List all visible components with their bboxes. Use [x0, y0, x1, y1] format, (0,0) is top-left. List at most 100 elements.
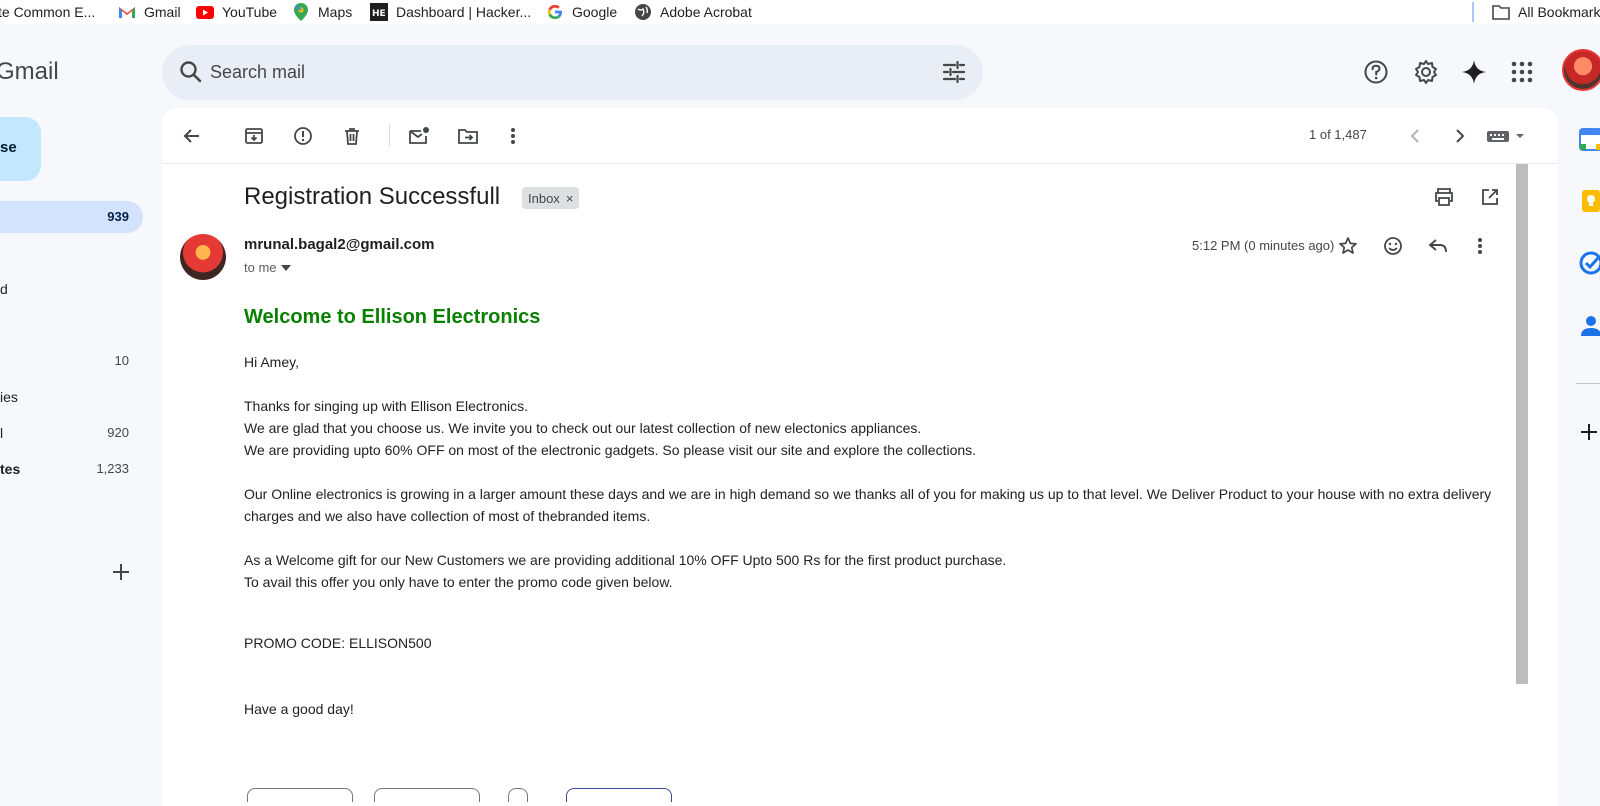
recipient-details[interactable]: to me — [244, 260, 291, 275]
email-toolbar: 1 of 1,487 — [162, 108, 1558, 164]
youtube-icon — [196, 3, 214, 21]
bookmark-hackerearth[interactable]: HE Dashboard | Hacker... — [370, 2, 531, 22]
nav-item-count: 939 — [107, 209, 129, 224]
message-more-vert-icon[interactable] — [1466, 232, 1494, 260]
bookmark-label: Gmail — [144, 4, 181, 20]
bookmark-label: te Common E... — [0, 4, 96, 20]
email-body: Welcome to Ellison Electronics Hi Amey, … — [244, 306, 1514, 717]
label-chip-text: Inbox — [528, 190, 560, 206]
bookmark-label: Dashboard | Hacker... — [396, 4, 532, 20]
contacts-icon[interactable] — [1578, 313, 1600, 339]
bookmark-item[interactable]: te Common E... — [0, 2, 95, 22]
chevron-left-icon[interactable] — [1401, 122, 1429, 150]
open-in-new-window-icon[interactable] — [1476, 183, 1504, 211]
globe-icon — [634, 3, 652, 21]
gmail-icon — [118, 3, 136, 21]
bookmark-adobe-acrobat[interactable]: Adobe Acrobat — [634, 2, 752, 22]
account-avatar[interactable] — [1562, 49, 1600, 91]
email-paragraph-2: Our Online electronics is growing in a l… — [244, 483, 1514, 527]
email-reading-pane: 1 of 1,487 Registration Successfull Inbo… — [162, 108, 1558, 806]
add-icon[interactable] — [1580, 420, 1598, 448]
help-icon[interactable] — [1362, 58, 1390, 86]
paragraph-line: We are providing upto 60% OFF on most of… — [244, 442, 977, 458]
bookmark-label: Google — [572, 4, 618, 20]
nav-item-label: ies — [0, 389, 18, 405]
chevron-right-icon[interactable] — [1446, 122, 1474, 150]
tasks-icon[interactable] — [1578, 250, 1600, 276]
scrollbar[interactable] — [1516, 164, 1528, 684]
paragraph-line: Thanks for singing up with Ellison Elect… — [244, 398, 529, 414]
bookmark-label: Maps — [318, 4, 353, 20]
email-closing: Have a good day! — [244, 701, 354, 717]
smart-reply-button[interactable] — [566, 788, 672, 802]
nav-item-count: 1,233 — [96, 461, 129, 476]
nav-item-count: 10 — [114, 353, 129, 368]
archive-icon[interactable] — [240, 122, 268, 150]
compose-button[interactable]: se — [0, 117, 41, 181]
bookmarks-separator — [1472, 2, 1474, 22]
inbox-label-chip[interactable]: Inbox × — [522, 187, 580, 209]
nav-item-updates[interactable]: tes 1,233 — [0, 453, 143, 485]
hackerearth-icon: HE — [370, 3, 388, 21]
calendar-icon[interactable] — [1578, 126, 1600, 152]
folder-icon — [1492, 3, 1510, 21]
remove-label-icon[interactable]: × — [566, 191, 574, 206]
email-heading: Welcome to Ellison Electronics — [244, 306, 541, 328]
bookmark-label: YouTube — [222, 4, 278, 20]
settings-gear-icon[interactable] — [1412, 58, 1440, 86]
svg-text:HE: HE — [372, 9, 386, 19]
report-spam-icon[interactable] — [289, 122, 317, 150]
forward-button[interactable] — [374, 788, 480, 802]
bookmarks-bar: te Common E... Gmail YouTube Maps HE Das… — [0, 0, 1600, 24]
sender-email[interactable]: mrunal.bagal2@gmail.com — [244, 236, 435, 253]
gemini-sparkle-icon[interactable] — [1460, 58, 1488, 86]
email-greeting: Hi Amey, — [244, 351, 1514, 373]
back-arrow-icon[interactable] — [178, 122, 206, 150]
emoji-reaction-icon[interactable] — [1379, 232, 1407, 260]
nav-item-snoozed[interactable]: 10 — [0, 345, 143, 377]
delete-trash-icon[interactable] — [338, 122, 366, 150]
bookmark-label: Adobe Acrobat — [660, 4, 752, 20]
star-icon[interactable] — [1334, 232, 1362, 260]
bookmark-gmail[interactable]: Gmail — [118, 2, 181, 22]
keyboard-input-icon[interactable] — [1482, 122, 1532, 150]
reply-icon[interactable] — [1424, 232, 1452, 260]
caret-down-icon — [280, 264, 291, 271]
nav-item-label: tes — [0, 461, 21, 477]
toolbar-divider — [389, 124, 390, 146]
nav-item-label: d — [0, 281, 8, 297]
side-panel-divider — [1576, 383, 1600, 384]
email-paragraph-1: Thanks for singing up with Ellison Elect… — [244, 395, 1514, 461]
sender-avatar[interactable] — [180, 234, 226, 280]
more-vert-icon[interactable] — [499, 122, 527, 150]
nav-item-social[interactable]: l 920 — [0, 417, 143, 449]
search-input[interactable] — [210, 57, 860, 87]
greeting-text: Hi Amey, — [244, 354, 299, 370]
apps-grid-icon[interactable] — [1508, 58, 1536, 86]
move-to-folder-icon[interactable] — [454, 122, 482, 150]
print-icon[interactable] — [1430, 183, 1458, 211]
promo-code: PROMO CODE: ELLISON500 — [244, 635, 432, 651]
google-icon — [546, 3, 564, 21]
emoji-button[interactable] — [508, 788, 528, 802]
nav-item-inbox[interactable]: 939 — [0, 201, 143, 233]
reply-button[interactable] — [247, 788, 353, 802]
search-options-icon[interactable] — [941, 59, 967, 90]
maps-icon — [292, 3, 310, 21]
bookmark-google[interactable]: Google — [546, 2, 617, 22]
pagination-count: 1 of 1,487 — [1309, 127, 1367, 142]
keep-icon[interactable] — [1578, 188, 1600, 214]
search-icon[interactable] — [178, 59, 204, 90]
mark-unread-icon[interactable] — [405, 122, 433, 150]
paragraph-line: To avail this offer you only have to ent… — [244, 574, 673, 590]
gmail-logo[interactable]: Gmail — [0, 58, 59, 86]
add-label-icon[interactable] — [112, 560, 130, 588]
bookmark-youtube[interactable]: YouTube — [196, 2, 277, 22]
paragraph-line: As a Welcome gift for our New Customers … — [244, 552, 1007, 568]
nav-item-starred[interactable]: d — [0, 273, 143, 305]
all-bookmarks[interactable]: All Bookmarks — [1492, 2, 1600, 22]
bookmark-maps[interactable]: Maps — [292, 2, 352, 22]
paragraph-text: Our Online electronics is growing in a l… — [244, 486, 1492, 524]
nav-item-categories[interactable]: ies — [0, 381, 143, 413]
paragraph-line: We are glad that you choose us. We invit… — [244, 420, 922, 436]
